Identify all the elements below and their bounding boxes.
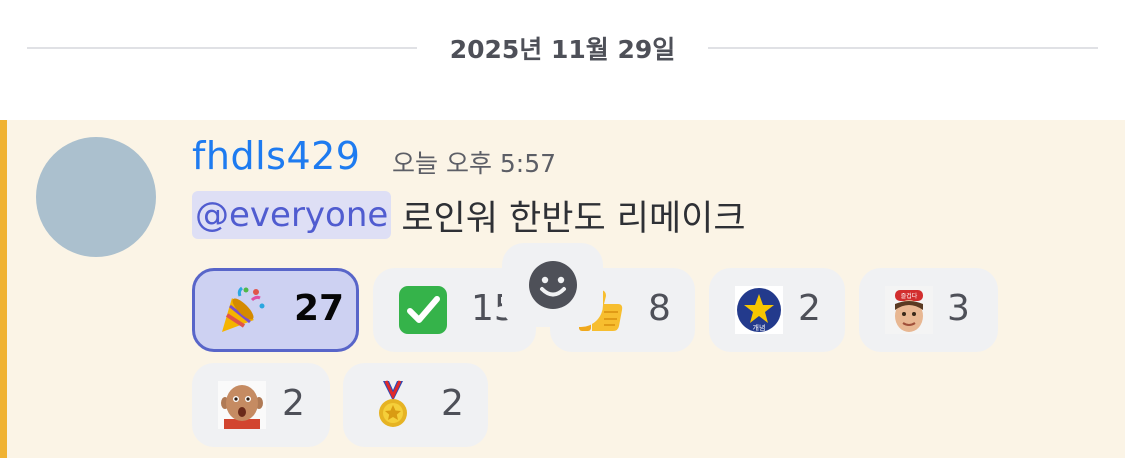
- divider-line-left: [27, 47, 417, 49]
- avatar[interactable]: [36, 137, 156, 257]
- svg-text:즐겁다: 즐겁다: [901, 292, 918, 300]
- add-reaction-button[interactable]: [502, 243, 603, 327]
- everyone-mention[interactable]: @everyone: [192, 191, 392, 239]
- reaction-custom-surprised-kid[interactable]: 2: [192, 363, 330, 447]
- username[interactable]: fhdls429: [192, 134, 360, 178]
- reaction-count: 2: [441, 383, 464, 424]
- custom-surprised-kid-photo-icon: [216, 379, 268, 431]
- reaction-count: 3: [947, 288, 970, 329]
- reaction-party-popper[interactable]: 27: [192, 268, 359, 352]
- reaction-count: 2: [798, 288, 821, 329]
- medal-icon: [367, 379, 419, 431]
- message-content: @everyone 로인워 한반도 리메이크: [192, 188, 746, 242]
- reaction-count: 8: [648, 288, 671, 329]
- smiley-add-reaction-icon: [529, 261, 577, 309]
- date-divider: 2025년 11월 29일: [0, 0, 1125, 100]
- check-mark-button-icon: [397, 284, 449, 336]
- svg-text:개념: 개념: [753, 323, 766, 332]
- custom-boy-photo-icon: 즐겁다: [883, 284, 935, 336]
- custom-star-badge-icon: 개념: [733, 284, 785, 336]
- message-text: 로인워 한반도 리메이크: [401, 198, 746, 239]
- party-popper-icon: [216, 284, 268, 336]
- reaction-medal[interactable]: 2: [343, 363, 488, 447]
- date-label: 2025년 11월 29일: [449, 35, 676, 64]
- mention-highlight-bar: [0, 120, 7, 458]
- reaction-custom-star[interactable]: 개념 2: [709, 268, 845, 352]
- reaction-count: 2: [282, 383, 305, 424]
- message-timestamp: 오늘 오후 5:57: [392, 149, 557, 178]
- divider-line-right: [708, 47, 1098, 49]
- reaction-count: 27: [294, 288, 345, 329]
- reaction-custom-boy[interactable]: 즐겁다 3: [859, 268, 998, 352]
